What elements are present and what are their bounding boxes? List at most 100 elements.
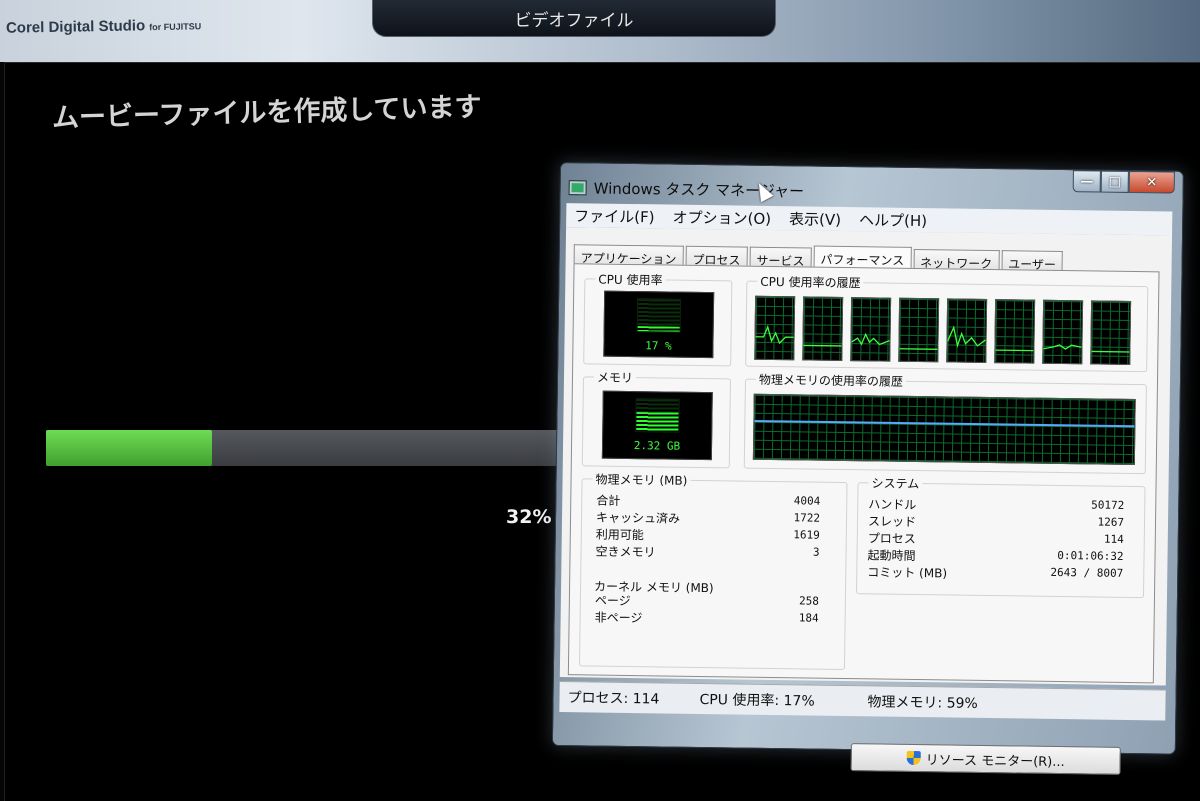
memory-meter: 2.32 GB [601,390,713,461]
menu-help[interactable]: ヘルプ(H) [859,209,927,231]
memory-group: メモリ 2.32 GB [581,368,731,469]
cpu-core-svg [899,348,938,350]
cpu-core-line [947,325,986,348]
cpu-core-svg [947,325,986,348]
stat-value: 1619 [793,528,820,542]
window-title: Windows タスク マネージャー [593,178,805,200]
cpu-usage-meter: 17 % [603,290,715,359]
menu-file[interactable]: ファイル(F) [574,205,655,227]
memory-history-group: 物理メモリの使用率の履歴 [743,370,1147,475]
status-bar: プロセス: 114 CPU 使用率: 17% 物理メモリ: 59% [559,681,1166,721]
uac-shield-icon [906,750,921,766]
resource-monitor-button[interactable]: リソース モニター(R)... [850,743,1121,775]
cpu-usage-label: CPU 使用率 [595,270,666,289]
cpu-core-line [755,324,794,345]
stat-value: 184 [798,611,819,625]
stat-value: 1267 [1097,515,1125,529]
cpu-core-graph [802,296,844,361]
cpu-core-svg [803,344,842,347]
export-progress-percent: 32% [506,506,552,528]
stat-name: キャッシュ済み [595,510,681,526]
system-label: システム [868,474,923,493]
memory-history-svg [754,419,1135,428]
stat-row: 空きメモリ 3 [595,543,819,563]
cpu-core-line [1091,350,1130,353]
cpu-core-line [851,332,890,346]
cpu-core-graph [994,299,1036,364]
close-button[interactable]: ✕ [1128,170,1175,194]
status-cpu: CPU 使用率: 17% [699,692,815,710]
stat-name: ページ [594,593,631,609]
cpu-core-svg [1043,344,1082,350]
brand-logo: Corel Digital Studio for FUJITSU [6,16,201,36]
stat-value: 3 [812,545,820,559]
cpu-usage-value: 17 % [645,339,672,353]
tab-video-file-label: ビデオファイル [514,10,634,31]
memory-history-line [754,419,1135,428]
cpu-usage-bars-fill [637,325,680,332]
memory-bars-fill [636,412,679,432]
cpu-core-svg [995,349,1034,352]
stat-name: プロセス [867,531,916,547]
cpu-core-graph [1090,300,1132,365]
minimize-icon: — [1080,173,1094,189]
stat-name: 合計 [596,493,621,508]
memory-value: 2.32 GB [633,439,681,453]
stat-name: 非ページ [594,610,643,626]
status-processes: プロセス: 114 [567,690,660,708]
close-icon: ✕ [1146,174,1158,190]
cpu-core-graph [898,297,940,363]
export-progress-bar [46,430,566,466]
cpu-core-graph [1042,299,1084,365]
task-manager-window[interactable]: Windows タスク マネージャー — □ ✕ ファイル(F) オプション(O… [551,162,1184,775]
brand-suffix: for FUJITSU [149,21,202,33]
system-group: システム ハンドル 50172 スレッド 1267 プロセス 114 起動時間 0:01:06… [855,474,1146,599]
brand-name: Corel Digital Studio [5,17,146,37]
cpu-core-line [803,344,842,347]
cpu-usage-group: CPU 使用率 17 % [583,270,733,367]
stat-value: 2643 / 8007 [1050,565,1124,580]
memory-label: メモリ [593,368,637,387]
status-memory: 物理メモリ: 59% [867,694,978,712]
minimize-button[interactable]: — [1072,170,1101,193]
cpu-core-line [1043,344,1082,350]
cpu-core-svg [851,332,890,346]
window-controls: — □ ✕ [1072,170,1175,194]
stat-row: コミット (MB) 2643 / 8007 [867,563,1123,584]
memory-history-label: 物理メモリの使用率の履歴 [755,370,907,390]
stat-value: 1722 [793,511,821,525]
stat-value: 114 [1103,532,1124,546]
resource-monitor-label: リソース モニター(R)... [925,752,1065,770]
cpu-core-graph [946,298,988,363]
tab-video-file[interactable]: ビデオファイル [372,0,776,37]
stat-value: 4004 [793,494,821,508]
cpu-history-label: CPU 使用率の履歴 [757,272,864,292]
cpu-core-svg [755,324,794,345]
performance-page: CPU 使用率 17 % CPU 使用率の履歴 メモリ 2.32 GB 物理メモ… [567,263,1160,684]
memory-bars [635,398,680,433]
stat-value: 258 [798,594,819,608]
memory-history-graph [752,393,1136,466]
cpu-core-svg [1091,350,1130,353]
stat-name: コミット (MB) [867,565,948,581]
maximize-icon: □ [1108,174,1122,190]
cpu-usage-bars [636,298,682,333]
stat-row: 非ページ 184 [595,609,819,629]
export-progress-fill [46,430,213,466]
task-manager-client: アプリケーション プロセス サービス パフォーマンス ネットワーク ユーザー C… [559,227,1173,686]
stat-value: 0:01:06:32 [1057,548,1124,563]
task-manager-icon [568,179,587,195]
physical-memory-group: 物理メモリ (MB) 合計 4004 キャッシュ済み 1722 利用可能 1619 空きメモ… [578,470,848,671]
menu-view[interactable]: 表示(V) [789,208,841,230]
maximize-button[interactable]: □ [1100,170,1129,193]
cpu-core-line [995,349,1034,352]
stat-value: 50172 [1091,498,1125,512]
cpu-core-line [899,348,938,350]
stat-name: ハンドル [868,497,917,513]
cpu-core-graph [754,295,796,361]
cpu-history-group: CPU 使用率の履歴 [745,272,1149,373]
stat-name: スレッド [867,514,917,530]
menu-options[interactable]: オプション(O) [672,206,771,228]
physical-memory-label: 物理メモリ (MB) [592,470,691,489]
cpu-core-graph [850,297,892,362]
